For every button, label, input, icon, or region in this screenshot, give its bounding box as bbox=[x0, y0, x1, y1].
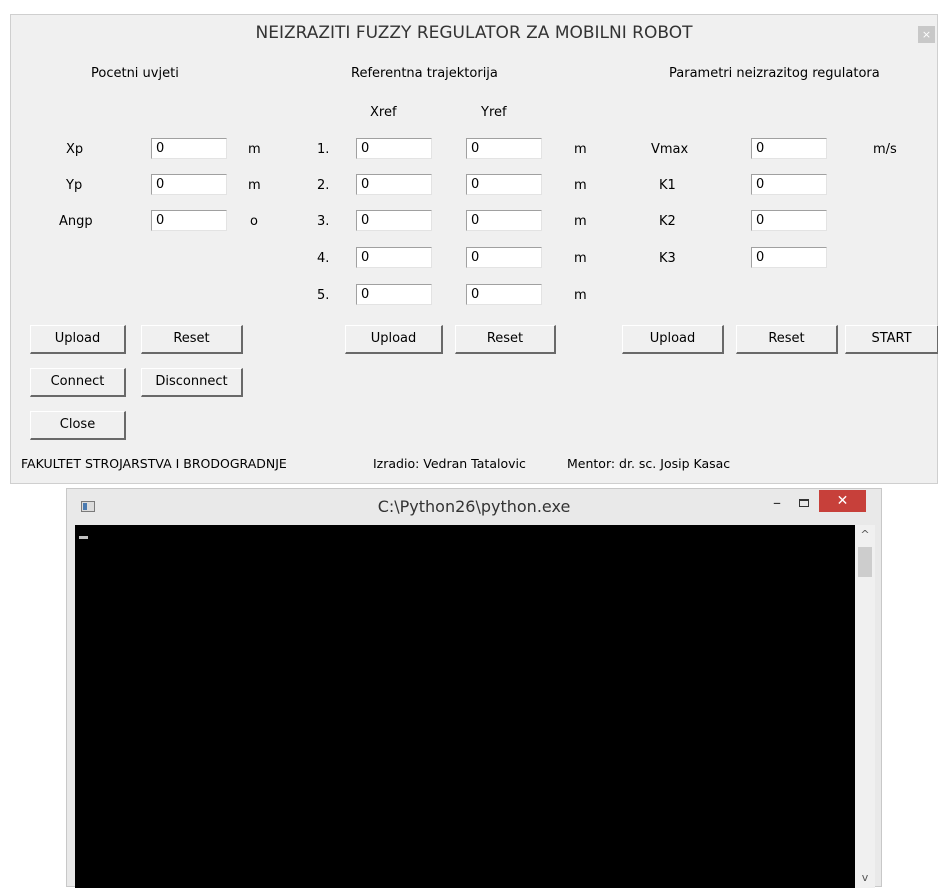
yref-field-4[interactable]: 0 bbox=[466, 247, 542, 268]
initial-reset-button[interactable]: Reset bbox=[141, 325, 243, 354]
k1-field[interactable]: 0 bbox=[751, 174, 827, 195]
maximize-icon[interactable] bbox=[791, 493, 817, 515]
angp-field[interactable]: 0 bbox=[151, 210, 227, 231]
yp-label: Yp bbox=[66, 178, 83, 193]
xp-unit: m bbox=[248, 142, 261, 157]
angp-unit: o bbox=[250, 214, 258, 229]
author-label: Izradio: Vedran Tatalovic bbox=[373, 456, 526, 471]
reference-trajectory-heading: Referentna trajektorija bbox=[351, 66, 498, 81]
trajectory-reset-button[interactable]: Reset bbox=[455, 325, 556, 354]
close-window-icon[interactable]: × bbox=[918, 26, 935, 43]
yref-field-2[interactable]: 0 bbox=[466, 174, 542, 195]
yref-header: Yref bbox=[481, 105, 507, 120]
console-window: C:\Python26\python.exe – ✕ ^ v bbox=[66, 488, 882, 888]
k2-label: K2 bbox=[659, 214, 676, 229]
window-title: NEIZRAZITI FUZZY REGULATOR ZA MOBILNI RO… bbox=[255, 23, 693, 43]
regulator-parameters-heading: Parametri neizrazitog regulatora bbox=[669, 66, 880, 81]
trajectory-unit: m bbox=[574, 251, 587, 266]
connect-button[interactable]: Connect bbox=[30, 368, 126, 397]
xref-field-3[interactable]: 0 bbox=[356, 210, 432, 231]
trajectory-unit: m bbox=[574, 288, 587, 303]
k3-field[interactable]: 0 bbox=[751, 247, 827, 268]
row-number: 5. bbox=[317, 288, 330, 303]
row-number: 1. bbox=[317, 142, 330, 157]
trajectory-upload-button[interactable]: Upload bbox=[345, 325, 443, 354]
trajectory-unit: m bbox=[574, 142, 587, 157]
row-number: 3. bbox=[317, 214, 330, 229]
console-title: C:\Python26\python.exe bbox=[377, 497, 571, 516]
trajectory-unit: m bbox=[574, 178, 587, 193]
close-button[interactable]: Close bbox=[30, 411, 126, 440]
angp-label: Angp bbox=[59, 214, 93, 229]
faculty-label: FAKULTET STROJARSTVA I BRODOGRADNJE bbox=[21, 456, 287, 471]
k1-label: K1 bbox=[659, 178, 676, 193]
xref-field-1[interactable]: 0 bbox=[356, 138, 432, 159]
xref-field-5[interactable]: 0 bbox=[356, 284, 432, 305]
yp-unit: m bbox=[248, 178, 261, 193]
fuzzy-regulator-window: NEIZRAZITI FUZZY REGULATOR ZA MOBILNI RO… bbox=[10, 14, 938, 484]
initial-upload-button[interactable]: Upload bbox=[30, 325, 126, 354]
yref-field-1[interactable]: 0 bbox=[466, 138, 542, 159]
scroll-thumb[interactable] bbox=[858, 547, 872, 577]
vmax-label: Vmax bbox=[651, 142, 689, 157]
vmax-field[interactable]: 0 bbox=[751, 138, 827, 159]
start-button[interactable]: START bbox=[845, 325, 938, 354]
xref-field-2[interactable]: 0 bbox=[356, 174, 432, 195]
console-output[interactable] bbox=[75, 525, 855, 888]
vertical-scrollbar[interactable]: ^ v bbox=[855, 525, 875, 888]
row-number: 2. bbox=[317, 178, 330, 193]
xp-label: Xp bbox=[66, 142, 84, 157]
text-cursor bbox=[79, 536, 88, 539]
trajectory-unit: m bbox=[574, 214, 587, 229]
vmax-unit: m/s bbox=[873, 142, 897, 157]
console-close-icon[interactable]: ✕ bbox=[819, 490, 866, 512]
xref-header: Xref bbox=[370, 105, 397, 120]
yref-field-5[interactable]: 0 bbox=[466, 284, 542, 305]
title-bar[interactable]: NEIZRAZITI FUZZY REGULATOR ZA MOBILNI RO… bbox=[11, 15, 937, 51]
k3-label: K3 bbox=[659, 251, 676, 266]
yref-field-3[interactable]: 0 bbox=[466, 210, 542, 231]
k2-field[interactable]: 0 bbox=[751, 210, 827, 231]
row-number: 4. bbox=[317, 251, 330, 266]
xp-field[interactable]: 0 bbox=[151, 138, 227, 159]
params-upload-button[interactable]: Upload bbox=[622, 325, 724, 354]
scroll-up-icon[interactable]: ^ bbox=[855, 525, 875, 545]
disconnect-button[interactable]: Disconnect bbox=[141, 368, 243, 397]
params-reset-button[interactable]: Reset bbox=[736, 325, 838, 354]
mentor-label: Mentor: dr. sc. Josip Kasac bbox=[567, 456, 731, 471]
minimize-icon[interactable]: – bbox=[764, 493, 790, 515]
yp-field[interactable]: 0 bbox=[151, 174, 227, 195]
initial-conditions-heading: Pocetni uvjeti bbox=[91, 66, 179, 81]
scroll-down-icon[interactable]: v bbox=[855, 868, 875, 888]
xref-field-4[interactable]: 0 bbox=[356, 247, 432, 268]
